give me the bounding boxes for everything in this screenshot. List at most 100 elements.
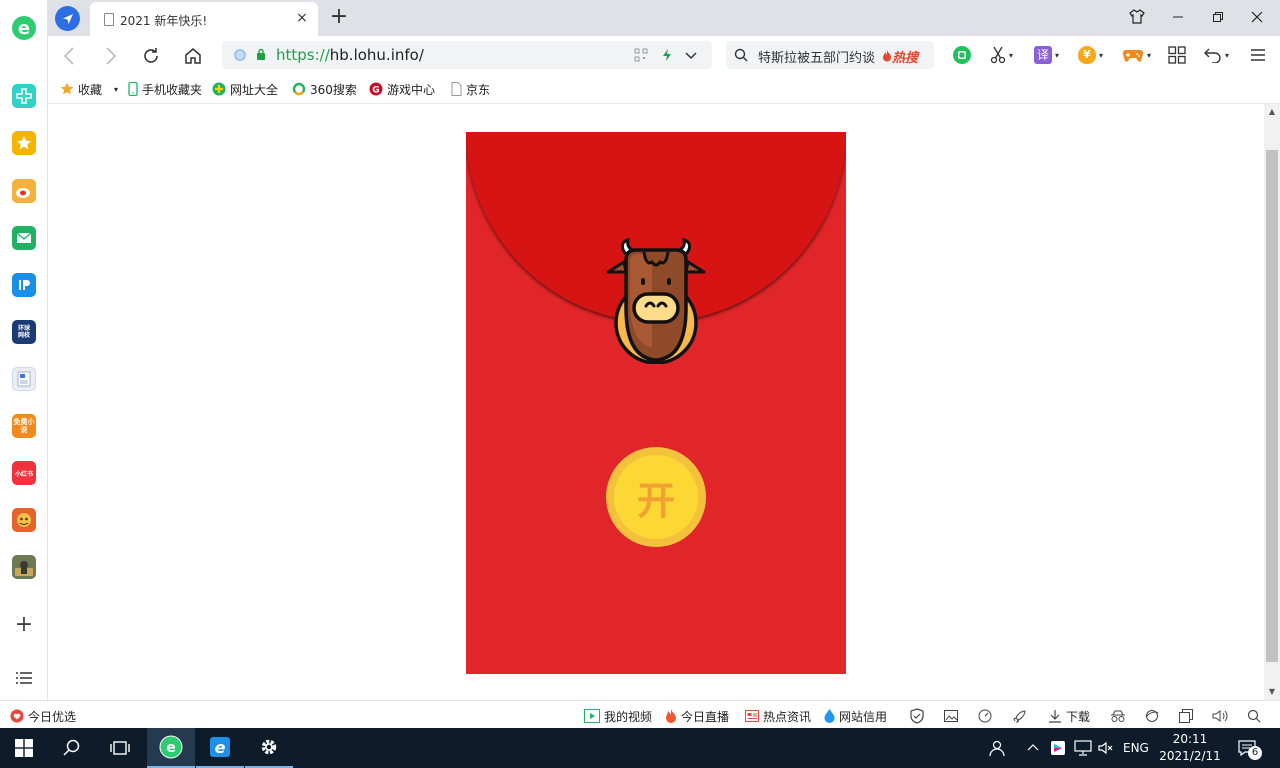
clock-date: 2021/2/11 xyxy=(1159,749,1221,763)
search-icon[interactable] xyxy=(734,48,748,62)
bookmark-jd[interactable]: 京东 xyxy=(451,81,490,97)
window-icon[interactable] xyxy=(1179,708,1193,724)
page-content: 开 xyxy=(48,104,1264,700)
input-language[interactable]: ENG xyxy=(1123,738,1149,758)
url-text[interactable]: https://hb.lohu.info/ xyxy=(276,46,424,64)
volume-icon[interactable] xyxy=(1212,708,1228,724)
task-view[interactable] xyxy=(96,728,144,768)
address-bar[interactable]: https://hb.lohu.info/ xyxy=(222,41,712,69)
site-credit[interactable]: 网站信用 xyxy=(824,708,887,724)
hot-search-tag[interactable]: 热搜 xyxy=(882,47,918,66)
coupon-icon[interactable]: ¥ ▾ xyxy=(1078,45,1103,65)
navigation-icon[interactable] xyxy=(55,6,80,31)
notification-badge: 6 xyxy=(1248,746,1262,760)
game-avatar-icon[interactable] xyxy=(12,508,36,532)
xiaohongshu-icon[interactable]: 小红书 xyxy=(12,461,36,485)
chevron-down-icon[interactable]: ▾ xyxy=(114,85,118,94)
scroll-thumb[interactable] xyxy=(1266,150,1278,662)
pubg-icon[interactable] xyxy=(12,555,36,579)
clock[interactable]: 20:11 2021/2/11 xyxy=(1158,731,1222,765)
rocket-icon[interactable] xyxy=(1013,708,1027,724)
windows-icon xyxy=(15,739,33,757)
mute-icon[interactable] xyxy=(1098,738,1114,758)
new-tab-button[interactable]: + xyxy=(328,6,350,28)
qr-code-icon[interactable] xyxy=(634,48,648,62)
image-icon[interactable] xyxy=(944,708,958,724)
weibo-icon[interactable] xyxy=(12,179,36,203)
huanqiu-icon[interactable]: 环球 网校 xyxy=(12,320,36,344)
incognito-icon[interactable] xyxy=(1110,708,1126,724)
site-shield-icon[interactable] xyxy=(234,49,246,61)
minimize-icon[interactable] xyxy=(1168,8,1188,28)
bookmark-game-center[interactable]: G 游戏中心 xyxy=(369,81,435,97)
apps-grid-icon[interactable] xyxy=(1168,45,1186,65)
video-icon xyxy=(584,709,600,723)
notification-center[interactable]: 6 xyxy=(1238,738,1262,760)
people-icon[interactable] xyxy=(988,738,1006,758)
search-box[interactable]: 特斯拉被五部门约谈 热搜 xyxy=(726,41,934,69)
mail-icon[interactable] xyxy=(12,226,36,250)
chevron-down-icon[interactable] xyxy=(684,48,698,62)
live-today[interactable]: 今日直播 xyxy=(665,708,729,724)
zoom-icon[interactable] xyxy=(1247,708,1261,724)
open-envelope-button[interactable]: 开 xyxy=(606,447,706,547)
bookmarks-bar: 收藏 ▾ 手机收藏夹 网址大全 360搜索 G 游戏中心 京东 xyxy=(48,74,1280,104)
task-view-icon xyxy=(110,741,130,755)
daily-picks[interactable]: 今日优选 xyxy=(10,708,76,724)
tab-bar: 2021 新年快乐! × + xyxy=(48,0,1280,36)
flame-icon xyxy=(666,709,676,723)
wechat-icon[interactable] xyxy=(952,45,972,65)
taskbar-settings[interactable] xyxy=(245,728,293,768)
undo-icon[interactable]: ▾ xyxy=(1204,45,1229,65)
speed-icon[interactable] xyxy=(978,708,992,724)
game-icon[interactable]: ▾ xyxy=(1122,45,1151,65)
favorites-star-icon[interactable] xyxy=(12,131,36,155)
chevron-up-icon[interactable] xyxy=(1026,738,1040,758)
novel-icon[interactable]: 免费小说 xyxy=(12,414,36,438)
news-icon xyxy=(745,710,759,722)
start-button[interactable] xyxy=(0,728,48,768)
add-app-icon[interactable]: + xyxy=(14,614,34,636)
taskbar-search[interactable] xyxy=(48,728,96,768)
home-icon[interactable] xyxy=(182,45,204,67)
downloads[interactable]: 下载 xyxy=(1048,708,1090,724)
shield-icon[interactable] xyxy=(910,708,924,724)
svg-text:G: G xyxy=(372,86,379,96)
ip-app-icon[interactable] xyxy=(12,273,36,297)
network-icon[interactable] xyxy=(1074,738,1092,758)
search-360-icon xyxy=(292,82,306,96)
browser-logo-icon[interactable]: e xyxy=(10,14,38,42)
scissors-icon[interactable]: ▾ xyxy=(990,45,1013,65)
my-videos[interactable]: 我的视频 xyxy=(584,708,652,724)
vertical-scrollbar[interactable]: ▲ ▼ xyxy=(1264,104,1280,700)
bookmark-favorites[interactable]: 收藏 ▾ xyxy=(60,81,118,97)
bookmark-site-nav[interactable]: 网址大全 xyxy=(212,81,278,97)
lock-icon[interactable] xyxy=(256,48,266,60)
document-icon[interactable] xyxy=(12,367,36,391)
tab-close-icon[interactable]: × xyxy=(294,10,310,26)
star-icon xyxy=(60,82,74,95)
taskbar-ie[interactable]: e xyxy=(196,728,244,768)
back-icon[interactable] xyxy=(58,45,80,67)
hot-news[interactable]: 热点资讯 xyxy=(745,708,811,724)
close-window-icon[interactable] xyxy=(1247,8,1267,28)
refresh-icon[interactable] xyxy=(140,45,162,67)
taskbar-360-browser[interactable]: e xyxy=(147,728,195,768)
skin-shirt-icon[interactable] xyxy=(1127,8,1147,28)
bookmark-360-search[interactable]: 360搜索 xyxy=(292,81,357,97)
plus-health-icon[interactable] xyxy=(12,84,36,108)
menu-icon[interactable] xyxy=(1250,45,1266,65)
translate-icon[interactable]: 译 ▾ xyxy=(1034,45,1059,65)
forward-icon[interactable] xyxy=(100,45,122,67)
tab-active[interactable]: 2021 新年快乐! × xyxy=(90,2,318,36)
restore-icon[interactable] xyxy=(1208,8,1228,28)
scroll-down-icon[interactable]: ▼ xyxy=(1267,687,1277,697)
search-query[interactable]: 特斯拉被五部门约谈 xyxy=(758,47,875,66)
red-envelope[interactable]: 开 xyxy=(466,132,846,674)
scroll-up-icon[interactable]: ▲ xyxy=(1267,107,1277,117)
sidebar-menu-icon[interactable] xyxy=(15,671,33,685)
lightning-icon[interactable] xyxy=(660,48,674,62)
tray-app-icon[interactable] xyxy=(1050,738,1066,758)
ie-mode-icon[interactable] xyxy=(1145,708,1159,724)
bookmark-mobile[interactable]: 手机收藏夹 xyxy=(128,81,202,97)
